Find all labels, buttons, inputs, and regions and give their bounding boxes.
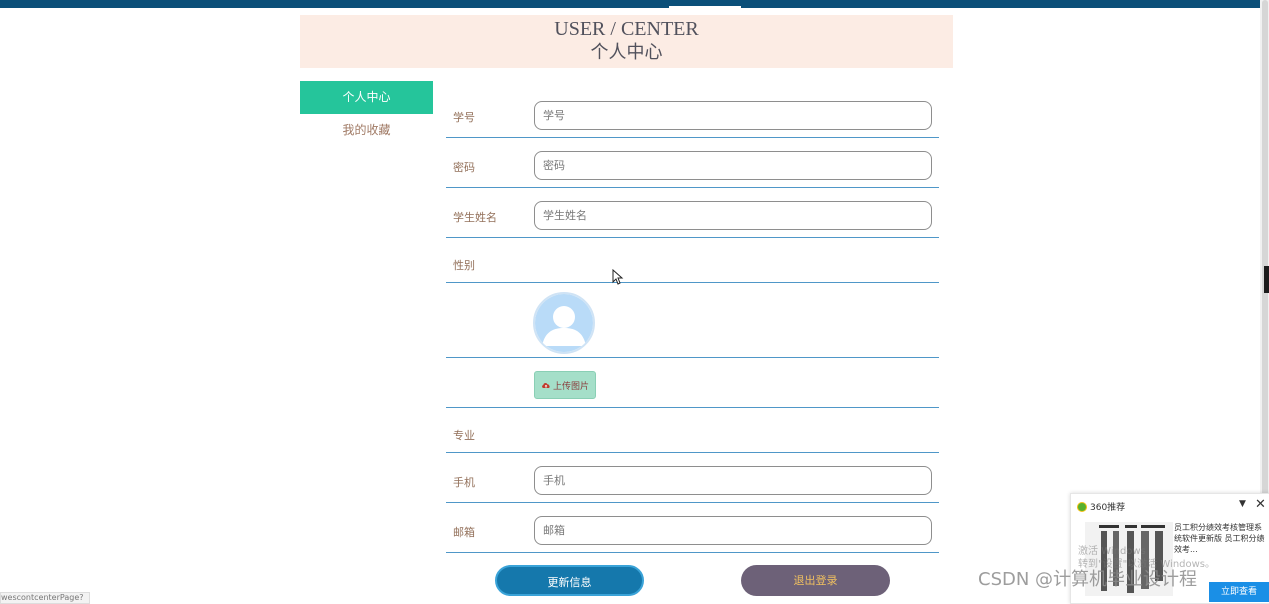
- avatar[interactable]: [533, 292, 595, 354]
- popup-title: 360推荐: [1090, 503, 1126, 513]
- status-url: wescontcenterPage?: [0, 592, 90, 604]
- phone-label: 手机: [453, 476, 475, 489]
- close-icon[interactable]: ✕: [1255, 497, 1266, 512]
- sidebar: 个人中心 我的收藏: [300, 81, 433, 147]
- 360-logo-icon: [1077, 501, 1087, 512]
- major-label: 专业: [453, 429, 475, 442]
- form-row-gender: 性别: [446, 238, 939, 283]
- user-avatar-icon: [535, 294, 593, 352]
- form-row-student-name: 学生姓名: [446, 188, 939, 238]
- form-row-phone: 手机: [446, 453, 939, 503]
- form-row-student-id: 学号: [446, 92, 939, 138]
- chevron-down-icon[interactable]: ▼: [1239, 499, 1246, 509]
- cloud-upload-icon: [542, 383, 550, 388]
- password-label: 密码: [453, 161, 475, 174]
- form-row-avatar: [446, 283, 939, 358]
- student-id-label: 学号: [453, 111, 475, 124]
- form-row-upload: [446, 358, 939, 408]
- upload-image-button[interactable]: 上传图片: [534, 371, 596, 399]
- top-bar-tab-indicator: [669, 6, 741, 9]
- top-bar: [0, 0, 1260, 9]
- activate-windows-line1: 激活 Windows: [1078, 546, 1146, 557]
- page-title-zh: 个人中心: [590, 42, 663, 63]
- logout-button[interactable]: 退出登录: [741, 565, 890, 596]
- student-name-input[interactable]: [534, 201, 932, 230]
- password-input[interactable]: [534, 151, 932, 180]
- email-label: 邮箱: [453, 526, 475, 539]
- sidebar-item-personal-center[interactable]: 个人中心: [300, 81, 433, 114]
- email-input[interactable]: [534, 516, 932, 545]
- popup-view-button[interactable]: 立即查看: [1209, 582, 1269, 602]
- student-id-input[interactable]: [534, 101, 932, 130]
- scrollbar-marker: [1264, 266, 1269, 293]
- profile-form: 学号 密码 学生姓名 性别 专业 手机 邮箱: [446, 92, 939, 553]
- form-row-major: 专业: [446, 408, 939, 453]
- page-title-en: USER / CENTER: [554, 18, 699, 40]
- page-header: USER / CENTER 个人中心: [300, 15, 953, 68]
- phone-input[interactable]: [534, 466, 932, 495]
- update-info-button[interactable]: 更新信息: [495, 565, 644, 596]
- form-row-email: 邮箱: [446, 503, 939, 553]
- popup-header: 360推荐: [1077, 500, 1125, 513]
- mouse-cursor-icon: [612, 269, 624, 285]
- upload-image-label: 上传图片: [552, 381, 589, 392]
- sidebar-item-favorites[interactable]: 我的收藏: [300, 114, 433, 147]
- form-row-password: 密码: [446, 138, 939, 188]
- csdn-watermark: CSDN @计算机毕业设计程: [978, 569, 1198, 590]
- student-name-label: 学生姓名: [453, 211, 497, 224]
- gender-label: 性别: [453, 259, 475, 272]
